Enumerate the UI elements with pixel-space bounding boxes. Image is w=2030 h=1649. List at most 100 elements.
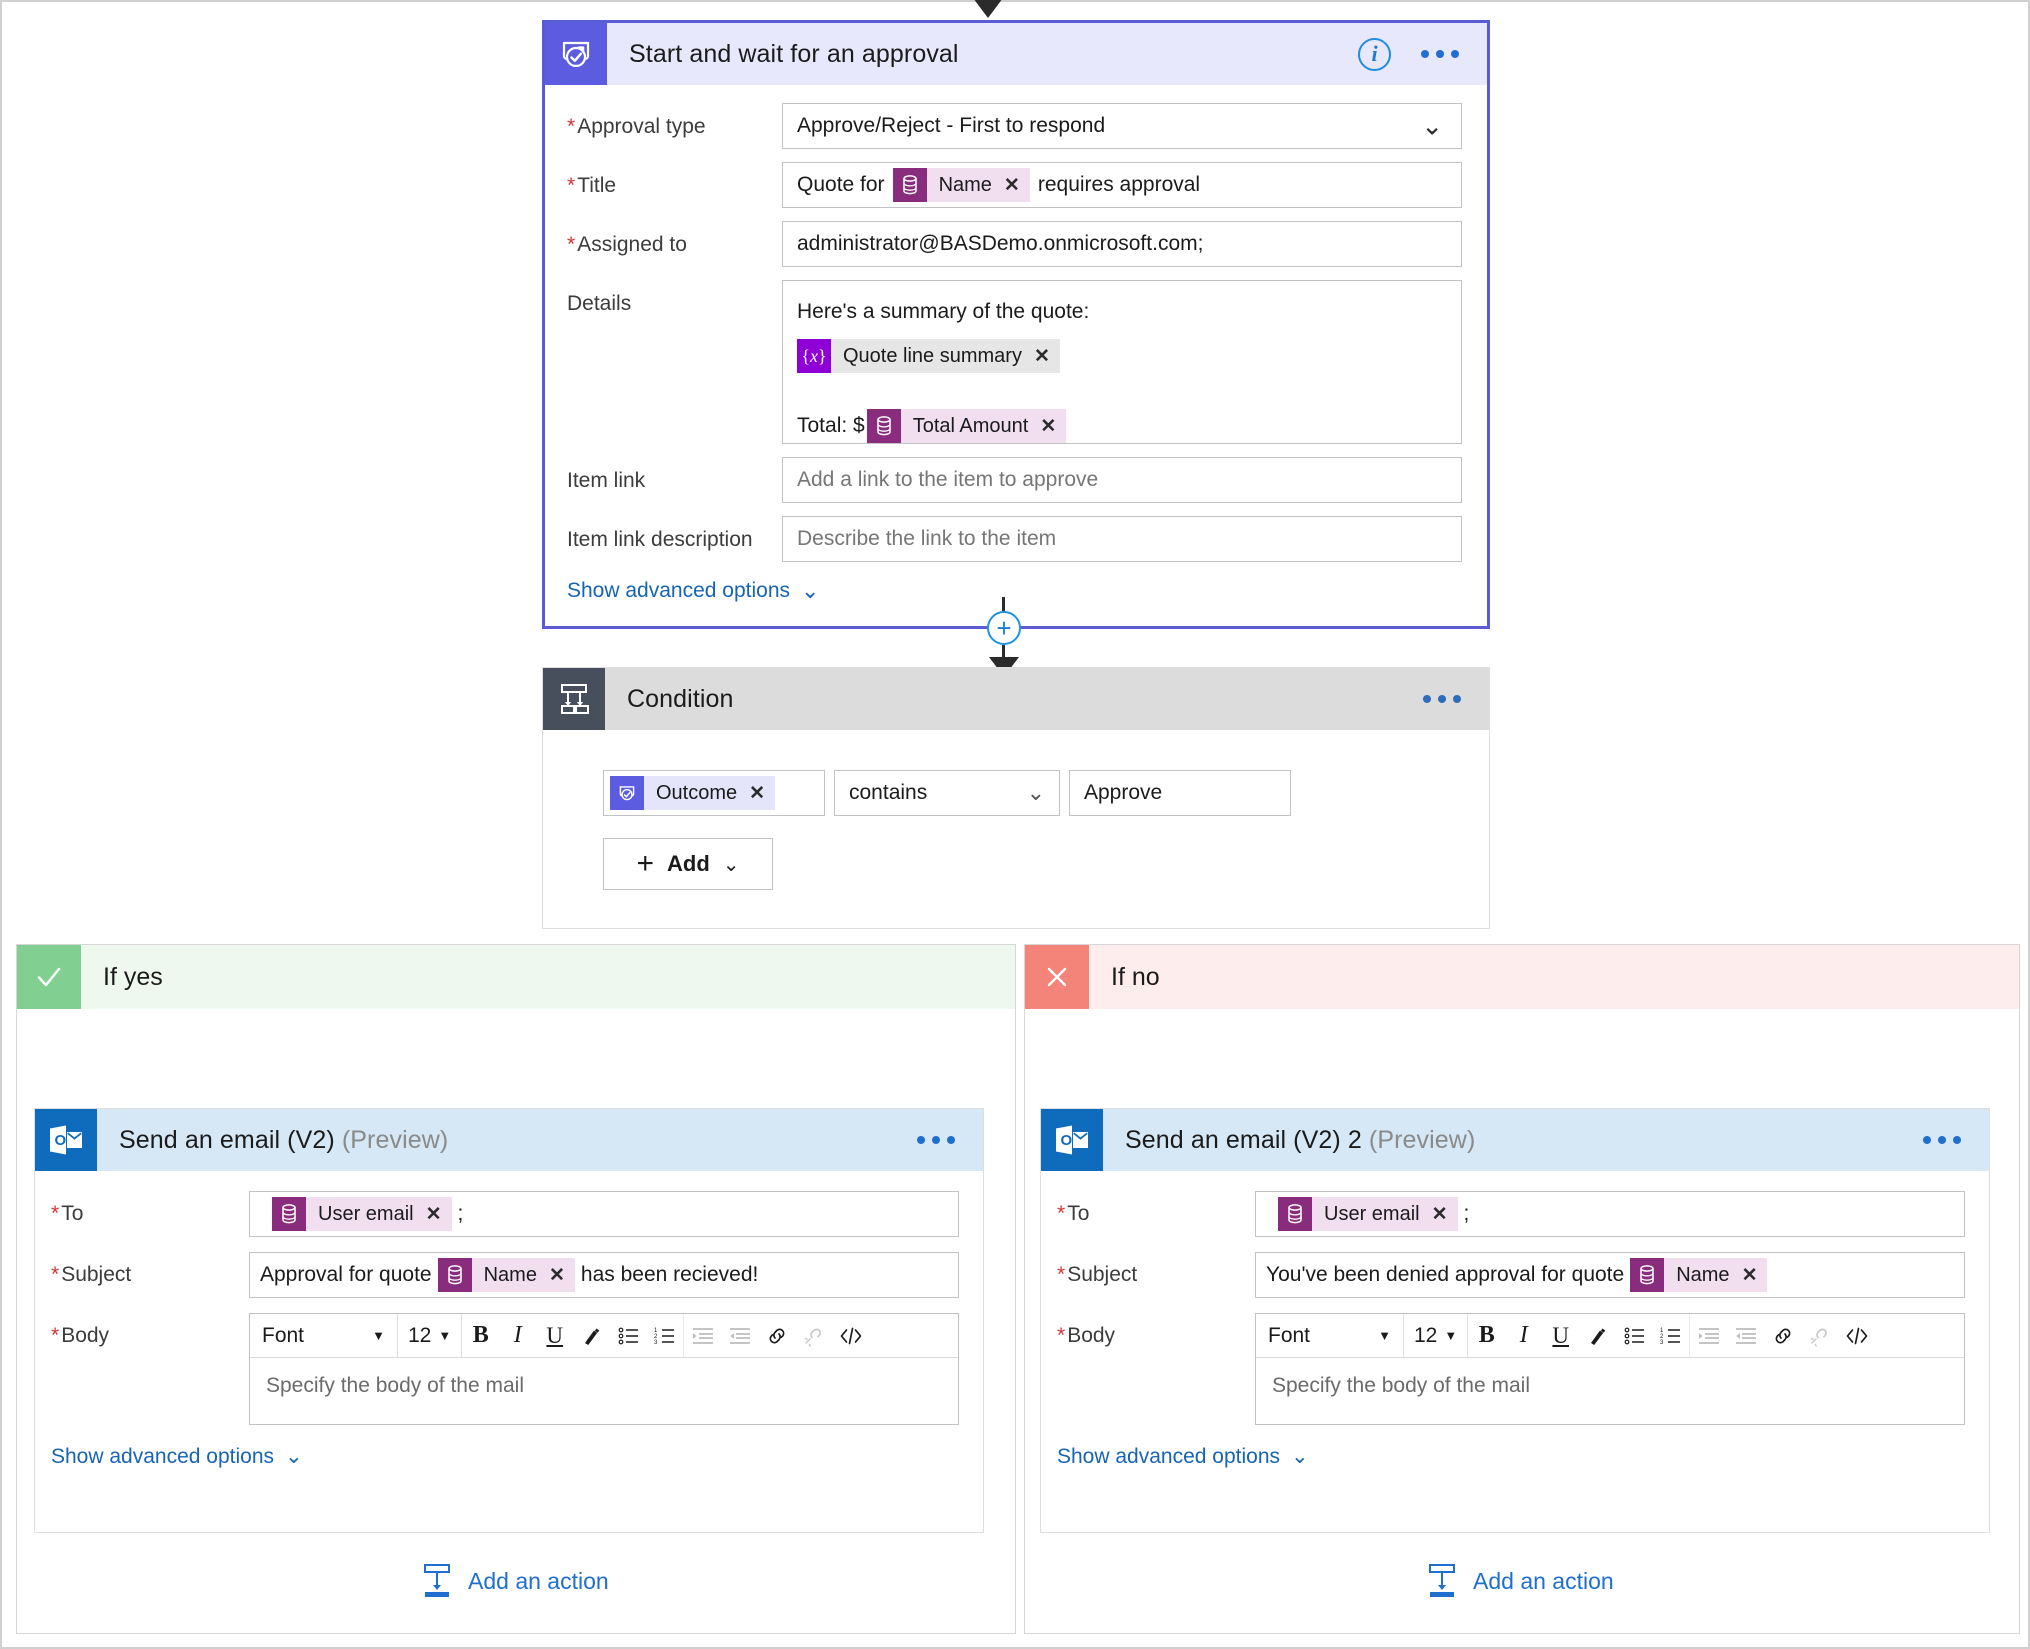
email-no-header[interactable]: O Send an email (V2) 2 (Preview) xyxy=(1041,1109,1989,1171)
item-link-description-input[interactable]: Describe the link to the item xyxy=(782,516,1462,562)
italic-icon[interactable]: I xyxy=(1505,1314,1542,1357)
approval-type-label: *Approval type xyxy=(567,115,706,138)
text-color-icon[interactable] xyxy=(1579,1314,1616,1357)
insert-link-icon[interactable] xyxy=(758,1314,795,1357)
token-remove-icon[interactable]: ✕ xyxy=(1432,1203,1448,1226)
more-options-icon[interactable] xyxy=(1913,1130,1971,1150)
insert-link-icon[interactable] xyxy=(1764,1314,1801,1357)
field-details: Details Here's a summary of the quote: {… xyxy=(545,280,1487,444)
approval-type-select[interactable]: Approve/Reject - First to respond ⌄ xyxy=(782,103,1462,149)
outdent-icon[interactable] xyxy=(721,1314,758,1357)
email-body-editor[interactable]: Font ▼ 12 ▼ B I U 1 2 3 Specify the body… xyxy=(1255,1313,1965,1425)
email-yes-body: *To User email ✕ ; *Subject Approval for… xyxy=(35,1171,983,1489)
token-remove-icon[interactable]: ✕ xyxy=(1004,174,1020,197)
advanced-label: Show advanced options xyxy=(51,1444,274,1468)
more-options-icon[interactable] xyxy=(1413,689,1471,709)
code-view-icon[interactable] xyxy=(1838,1314,1875,1357)
font-size-select[interactable]: 12 ▼ xyxy=(398,1314,463,1357)
token-remove-icon[interactable]: ✕ xyxy=(426,1203,442,1226)
token-chip-name[interactable]: Name ✕ xyxy=(892,168,1030,202)
body-label: *Body xyxy=(51,1324,110,1347)
insert-step-button[interactable]: + xyxy=(987,611,1021,645)
remove-link-icon[interactable] xyxy=(1801,1314,1838,1357)
email-body-placeholder[interactable]: Specify the body of the mail xyxy=(1256,1358,1964,1424)
token-remove-icon[interactable]: ✕ xyxy=(1040,415,1056,438)
details-line-1: Here's a summary of the quote: xyxy=(797,295,1447,329)
svg-text:O: O xyxy=(55,1132,67,1149)
token-chip-name[interactable]: Name ✕ xyxy=(1630,1258,1768,1292)
more-options-icon[interactable] xyxy=(907,1130,965,1150)
email-no-body: *To User email ✕ ; *Subject You've been … xyxy=(1041,1171,1989,1489)
condition-card-header[interactable]: Condition xyxy=(543,668,1489,730)
show-advanced-options-email-yes[interactable]: Show advanced options ⌄ xyxy=(35,1440,303,1469)
assigned-to-input[interactable]: administrator@BASDemo.onmicrosoft.com; xyxy=(782,221,1462,267)
condition-value-input[interactable]: Approve xyxy=(1069,770,1291,816)
email-yes-header[interactable]: O Send an email (V2) (Preview) xyxy=(35,1109,983,1171)
add-condition-button[interactable]: + Add ⌄ xyxy=(603,838,773,890)
action-card-send-email-yes[interactable]: O Send an email (V2) (Preview) *To User … xyxy=(34,1108,984,1533)
token-chip-outcome[interactable]: Outcome ✕ xyxy=(610,776,776,810)
numbered-list-icon[interactable]: 123 xyxy=(1653,1314,1691,1357)
email-body-editor[interactable]: Font ▼ 12 ▼ B I U 1 2 3 Specify the body… xyxy=(249,1313,959,1425)
token-chip-total-amount[interactable]: Total Amount ✕ xyxy=(866,409,1067,443)
code-view-icon[interactable] xyxy=(832,1314,869,1357)
approval-card-header[interactable]: Start and wait for an approval i xyxy=(545,23,1487,85)
chevron-down-icon: ⌄ xyxy=(1421,110,1443,141)
title-input[interactable]: Quote for Name ✕ requires approval xyxy=(782,162,1462,208)
outdent-icon[interactable] xyxy=(1727,1314,1764,1357)
more-options-icon[interactable] xyxy=(1411,44,1469,64)
indent-icon[interactable] xyxy=(1690,1314,1727,1357)
font-family-select[interactable]: Font ▼ xyxy=(1256,1314,1404,1357)
add-an-action-no[interactable]: Add an action xyxy=(1427,1564,1614,1598)
font-size-label: 12 xyxy=(408,1323,432,1347)
remove-link-icon[interactable] xyxy=(795,1314,832,1357)
token-remove-icon[interactable]: ✕ xyxy=(1034,345,1050,368)
email-yes-title: Send an email (V2) (Preview) xyxy=(119,1125,449,1154)
bold-icon[interactable]: B xyxy=(1468,1314,1505,1357)
token-label: User email xyxy=(318,1202,414,1225)
indent-icon[interactable] xyxy=(684,1314,721,1357)
email-subject-input[interactable]: Approval for quote Name ✕ has been recie… xyxy=(249,1252,959,1298)
add-label: Add xyxy=(667,851,710,876)
bulleted-list-icon[interactable] xyxy=(1616,1314,1653,1357)
numbered-list-icon[interactable]: 123 xyxy=(647,1314,685,1357)
to-suffix: ; xyxy=(457,1202,464,1225)
svg-text:3: 3 xyxy=(1660,1340,1664,1346)
underline-icon[interactable]: U xyxy=(1542,1314,1579,1357)
field-email-to-yes: *To User email ✕ ; xyxy=(35,1191,983,1237)
underline-icon[interactable]: U xyxy=(536,1314,573,1357)
bold-icon[interactable]: B xyxy=(462,1314,499,1357)
italic-icon[interactable]: I xyxy=(499,1314,536,1357)
token-label: Total Amount xyxy=(912,414,1029,437)
font-size-select[interactable]: 12 ▼ xyxy=(1404,1314,1469,1357)
font-label: Font xyxy=(1268,1323,1311,1347)
email-body-placeholder[interactable]: Specify the body of the mail xyxy=(250,1358,958,1424)
show-advanced-options-approval[interactable]: Show advanced options ⌄ xyxy=(545,566,819,604)
action-card-condition[interactable]: Condition Outcome ✕ contains ⌄ Approve +… xyxy=(542,667,1490,929)
token-chip-user-email[interactable]: User email ✕ xyxy=(1278,1197,1458,1231)
info-icon[interactable]: i xyxy=(1358,37,1391,71)
text-color-icon[interactable] xyxy=(573,1314,610,1357)
token-chip-quote-line-summary[interactable]: {x} Quote line summary ✕ xyxy=(797,339,1060,373)
token-remove-icon[interactable]: ✕ xyxy=(549,1264,565,1287)
condition-operator-select[interactable]: contains ⌄ xyxy=(834,770,1060,816)
email-to-input[interactable]: User email ✕ ; xyxy=(249,1191,959,1237)
action-card-send-email-no[interactable]: O Send an email (V2) 2 (Preview) *To Use… xyxy=(1040,1108,1990,1533)
font-family-select[interactable]: Font ▼ xyxy=(250,1314,398,1357)
item-link-input[interactable]: Add a link to the item to approve xyxy=(782,457,1462,503)
token-remove-icon[interactable]: ✕ xyxy=(1742,1264,1758,1287)
action-card-approval[interactable]: Start and wait for an approval i *Approv… xyxy=(542,20,1490,629)
bulleted-list-icon[interactable] xyxy=(610,1314,647,1357)
email-to-input[interactable]: User email ✕ ; xyxy=(1255,1191,1965,1237)
editor-toolbar: Font ▼ 12 ▼ B I U 1 2 3 xyxy=(1256,1314,1964,1358)
condition-left-operand[interactable]: Outcome ✕ xyxy=(603,770,825,816)
show-advanced-options-email-no[interactable]: Show advanced options ⌄ xyxy=(1041,1440,1309,1469)
token-chip-name[interactable]: Name ✕ xyxy=(437,1258,575,1292)
add-an-action-yes[interactable]: Add an action xyxy=(422,1564,609,1598)
details-input[interactable]: Here's a summary of the quote: {x} Quote… xyxy=(782,280,1462,444)
branch-yes-label: If yes xyxy=(103,962,163,991)
email-subject-input[interactable]: You've been denied approval for quote Na… xyxy=(1255,1252,1965,1298)
token-chip-user-email[interactable]: User email ✕ xyxy=(272,1197,452,1231)
token-remove-icon[interactable]: ✕ xyxy=(749,782,765,805)
details-line-2: {x} Quote line summary ✕ xyxy=(797,339,1447,373)
